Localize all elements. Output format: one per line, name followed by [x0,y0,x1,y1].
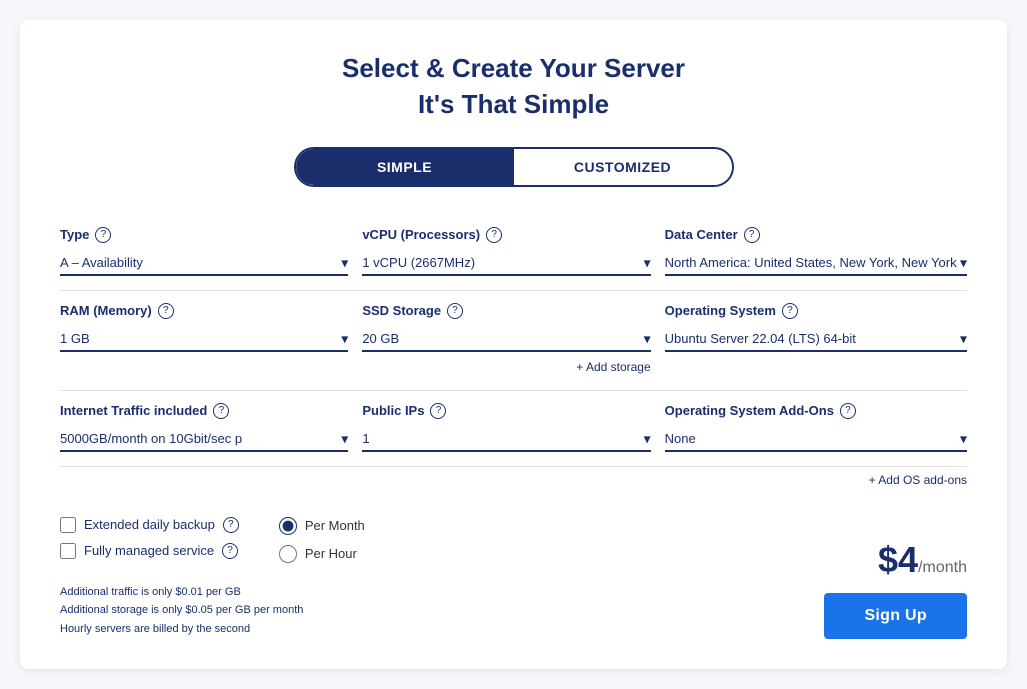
footnotes: Additional traffic is only $0.01 per GB … [60,583,365,639]
per-month-radio[interactable] [279,517,297,535]
price-display: $4/month [878,539,967,581]
footnote-1: Additional traffic is only $0.01 per GB [60,583,365,602]
datacenter-group: Data Center ? North America: United Stat… [665,215,967,291]
main-container: Select & Create Your Server It's That Si… [20,20,1007,669]
public-ips-select[interactable]: 1 2 3 4 [362,427,650,452]
ssd-group: SSD Storage ? 20 GB 40 GB 80 GB + Add st… [362,291,664,391]
per-month-row: Per Month [279,517,365,535]
os-addons-select-wrapper: None cPanel Plesk [665,427,967,452]
os-group: Operating System ? Ubuntu Server 22.04 (… [665,291,967,391]
os-label: Operating System [665,303,776,318]
internet-group: Internet Traffic included ? 5000GB/month… [60,391,362,467]
managed-help-icon[interactable]: ? [222,543,238,559]
os-addons-label: Operating System Add-Ons [665,403,834,418]
pricing-section: $4/month Sign Up [824,539,967,639]
left-bottom: Extended daily backup ? Fully managed se… [60,497,365,639]
checkboxes-group: Extended daily backup ? Fully managed se… [60,517,239,559]
options-section: Extended daily backup ? Fully managed se… [60,497,365,573]
backup-checkbox[interactable] [60,517,76,533]
os-addons-link-row: + Add OS add-ons [60,467,967,497]
vcpu-select-wrapper: 1 vCPU (2667MHz) 2 vCPU 4 vCPU [362,251,650,276]
datacenter-label: Data Center [665,227,738,242]
vcpu-label: vCPU (Processors) [362,227,480,242]
add-storage-link[interactable]: + Add storage [576,354,650,374]
per-hour-radio[interactable] [279,545,297,563]
vcpu-help-icon[interactable]: ? [486,227,502,243]
signup-button[interactable]: Sign Up [824,593,967,639]
footnote-2: Additional storage is only $0.05 per GB … [60,601,365,620]
type-group: Type ? A – Availability B – Burstable D … [60,215,362,291]
backup-help-icon[interactable]: ? [223,517,239,533]
ssd-select-wrapper: 20 GB 40 GB 80 GB [362,327,650,352]
plan-toggle[interactable]: SIMPLE CUSTOMIZED [294,147,734,187]
os-addons-group: Operating System Add-Ons ? None cPanel P… [665,391,967,467]
type-help-icon[interactable]: ? [95,227,111,243]
managed-label[interactable]: Fully managed service [84,543,214,558]
os-addons-select[interactable]: None cPanel Plesk [665,427,967,452]
vcpu-group: vCPU (Processors) ? 1 vCPU (2667MHz) 2 v… [362,215,664,291]
page-title: Select & Create Your Server It's That Si… [60,50,967,123]
ssd-help-icon[interactable]: ? [447,303,463,319]
datacenter-select-wrapper: North America: United States, New York, … [665,251,967,276]
form-grid: Type ? A – Availability B – Burstable D … [60,215,967,497]
ssd-label: SSD Storage [362,303,441,318]
os-select-wrapper: Ubuntu Server 22.04 (LTS) 64-bit CentOS … [665,327,967,352]
os-select[interactable]: Ubuntu Server 22.04 (LTS) 64-bit CentOS … [665,327,967,352]
os-addons-help-icon[interactable]: ? [840,403,856,419]
public-ips-label: Public IPs [362,403,424,418]
managed-checkbox-row: Fully managed service ? [60,543,239,559]
price-period: /month [918,559,967,576]
backup-label[interactable]: Extended daily backup [84,517,215,532]
internet-select-wrapper: 5000GB/month on 10Gbit/sec p 10000GB/mon… [60,427,348,452]
ram-group: RAM (Memory) ? 1 GB 2 GB 4 GB [60,291,362,391]
price-amount: $4 [878,539,918,580]
vcpu-select[interactable]: 1 vCPU (2667MHz) 2 vCPU 4 vCPU [362,251,650,276]
billing-radio-group: Per Month Per Hour [279,517,365,563]
datacenter-select[interactable]: North America: United States, New York, … [665,251,967,276]
ram-label: RAM (Memory) [60,303,152,318]
public-ips-group: Public IPs ? 1 2 3 4 [362,391,664,467]
per-hour-label[interactable]: Per Hour [305,546,357,561]
type-label: Type [60,227,89,242]
toggle-container: SIMPLE CUSTOMIZED [60,147,967,187]
type-select[interactable]: A – Availability B – Burstable D – Dedic… [60,251,348,276]
ssd-select[interactable]: 20 GB 40 GB 80 GB [362,327,650,352]
simple-tab[interactable]: SIMPLE [296,149,514,185]
os-help-icon[interactable]: ? [782,303,798,319]
public-ips-help-icon[interactable]: ? [430,403,446,419]
customized-tab[interactable]: CUSTOMIZED [514,149,732,185]
ram-select-wrapper: 1 GB 2 GB 4 GB [60,327,348,352]
type-select-wrapper: A – Availability B – Burstable D – Dedic… [60,251,348,276]
ram-select[interactable]: 1 GB 2 GB 4 GB [60,327,348,352]
backup-checkbox-row: Extended daily backup ? [60,517,239,533]
bottom-section: Extended daily backup ? Fully managed se… [60,497,967,639]
internet-select[interactable]: 5000GB/month on 10Gbit/sec p 10000GB/mon… [60,427,348,452]
ram-help-icon[interactable]: ? [158,303,174,319]
per-hour-row: Per Hour [279,545,365,563]
add-os-addons-link[interactable]: + Add OS add-ons [869,467,967,487]
internet-label: Internet Traffic included [60,403,207,418]
internet-help-icon[interactable]: ? [213,403,229,419]
page-header: Select & Create Your Server It's That Si… [60,50,967,123]
per-month-label[interactable]: Per Month [305,518,365,533]
public-ips-select-wrapper: 1 2 3 4 [362,427,650,452]
managed-checkbox[interactable] [60,543,76,559]
datacenter-help-icon[interactable]: ? [744,227,760,243]
